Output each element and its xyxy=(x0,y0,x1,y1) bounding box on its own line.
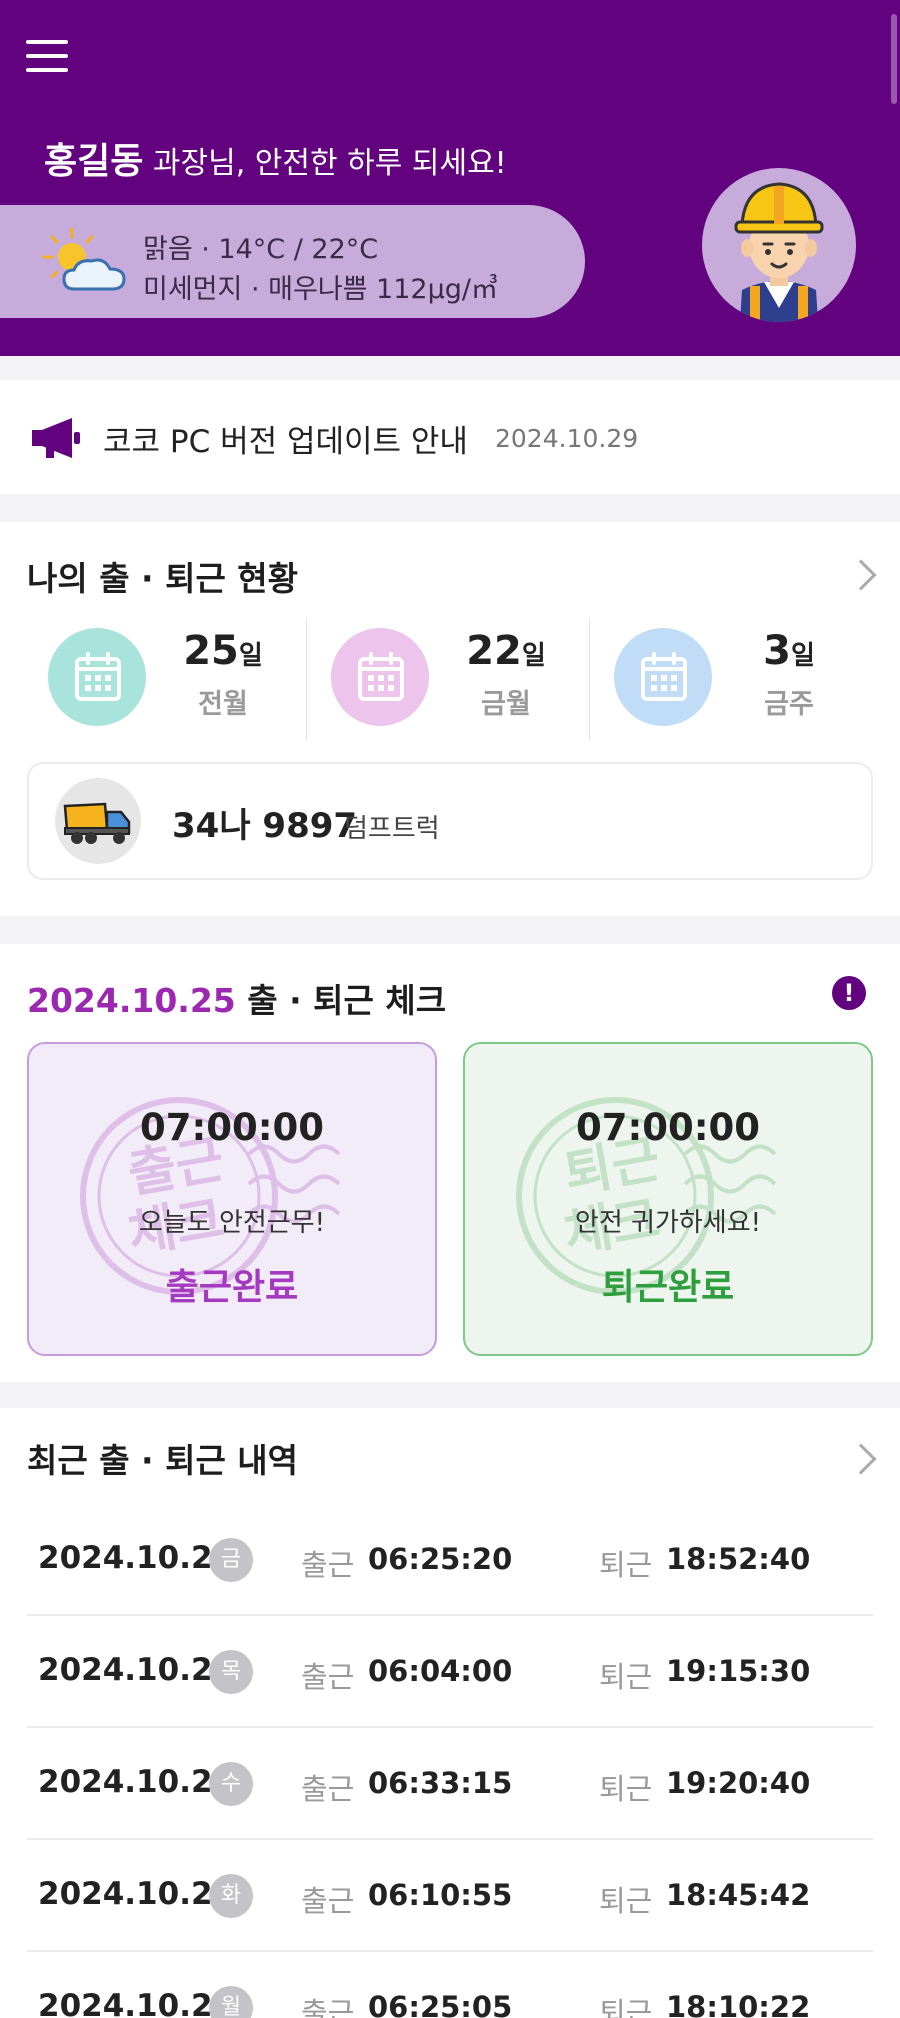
stat-circle xyxy=(48,628,146,726)
notice-banner[interactable]: 코코 PC 버전 업데이트 안내 2024.10.29 xyxy=(0,380,900,494)
divider xyxy=(306,618,307,740)
calendar-icon xyxy=(641,652,687,701)
section-title: 나의 출 · 퇴근 현황 xyxy=(27,559,299,598)
avatar[interactable] xyxy=(702,168,856,322)
fine-dust-level: 미세먼지 · 매우나쁨 112μg/㎥ xyxy=(143,274,498,305)
clock-in-time: 07:00:00 xyxy=(139,1106,325,1149)
attendance-history-section: 최근 출 · 퇴근 내역 2024.10.25 금 출근 06:25:20 퇴근… xyxy=(0,1408,900,2018)
history-row[interactable]: 2024.10.25 금 출근 06:25:20 퇴근 18:52:40 xyxy=(27,1504,873,1616)
history-date: 2024.10.23 xyxy=(38,1764,235,1800)
clock-in-time: 06:25:05 xyxy=(368,1990,513,2018)
clock-out-label: 퇴근 xyxy=(599,1548,653,1582)
weekday-badge: 월 xyxy=(209,1986,253,2018)
notice-title: 코코 PC 버전 업데이트 안내 xyxy=(103,424,468,460)
clock-in-time: 06:33:15 xyxy=(368,1766,513,1800)
clock-in-time: 06:25:20 xyxy=(368,1542,513,1576)
info-icon[interactable]: ! xyxy=(832,976,866,1010)
calendar-icon xyxy=(358,652,404,701)
clock-in-time: 06:10:55 xyxy=(368,1878,513,1912)
history-row[interactable]: 2024.10.21 월 출근 06:25:05 퇴근 18:10:22 xyxy=(27,1952,873,2018)
app-header: 홍길동 과장님, 안전한 하루 되세요! 맑음 · 14°C / 22°C 미세… xyxy=(0,0,900,356)
vehicle-card[interactable]: 34나 9897 덤프트럭 xyxy=(27,762,873,880)
history-date: 2024.10.24 xyxy=(38,1652,235,1688)
clock-out-label: 퇴근 xyxy=(599,1660,653,1694)
weather-condition: 맑음 · 14°C / 22°C xyxy=(143,234,379,265)
attendance-status-section: 나의 출 · 퇴근 현황 25일 전월 22일 금월 3일 금주 34나 989… xyxy=(0,522,900,916)
clock-out-label: 퇴근 xyxy=(599,1884,653,1918)
clock-in-label: 출근 xyxy=(301,1548,355,1582)
clock-in-time: 06:04:00 xyxy=(368,1654,513,1688)
vehicle-plate: 34나 9897 xyxy=(172,806,358,846)
clock-out-time: 18:10:22 xyxy=(666,1990,811,2018)
notice-date: 2024.10.29 xyxy=(495,424,639,453)
attendance-check-section: 2024.10.25 출 · 퇴근 체크 ! 출근 체크 07:00:00 오늘… xyxy=(0,944,900,1382)
menu-icon[interactable] xyxy=(26,38,68,74)
vehicle-type: 덤프트럭 xyxy=(344,814,440,844)
stat-label: 금월 xyxy=(481,689,531,720)
stat-value: 25일 xyxy=(183,628,263,674)
stat-previous-month: 25일 전월 xyxy=(26,618,308,738)
greeting-text: 홍길동 과장님, 안전한 하루 되세요! xyxy=(44,132,507,184)
stat-label: 금주 xyxy=(764,689,814,720)
clock-out-time: 07:00:00 xyxy=(575,1106,761,1149)
partly-sunny-icon xyxy=(42,227,126,291)
clock-in-card[interactable]: 출근 체크 07:00:00 오늘도 안전근무! 출근완료 xyxy=(27,1042,437,1356)
user-name: 홍길동 xyxy=(44,141,144,182)
weather-widget: 맑음 · 14°C / 22°C 미세먼지 · 매우나쁨 112μg/㎥ xyxy=(0,205,585,318)
scrollbar[interactable] xyxy=(891,14,897,104)
stat-value: 22일 xyxy=(466,628,546,674)
clock-in-label: 출근 xyxy=(301,1660,355,1694)
weekday-badge: 금 xyxy=(209,1538,253,1582)
clock-out-time: 18:45:42 xyxy=(666,1878,811,1912)
clock-in-label: 출근 xyxy=(301,1772,355,1806)
stat-value: 3일 xyxy=(763,628,815,674)
check-date: 2024.10.25 xyxy=(27,981,236,1020)
clock-out-card[interactable]: 퇴근 체크 07:00:00 안전 귀가하세요! 퇴근완료 xyxy=(463,1042,873,1356)
clock-in-label: 출근 xyxy=(301,1996,355,2018)
stat-label: 전월 xyxy=(198,689,248,720)
worker-avatar-icon xyxy=(734,182,824,322)
dump-truck-icon xyxy=(63,802,131,844)
divider xyxy=(589,618,590,740)
clock-in-label: 출근 xyxy=(301,1884,355,1918)
stat-this-week: 3일 금주 xyxy=(592,618,874,738)
weekday-badge: 목 xyxy=(209,1650,253,1694)
section-title: 2024.10.25 출 · 퇴근 체크 xyxy=(27,974,446,1022)
stat-circle xyxy=(614,628,712,726)
history-date: 2024.10.21 xyxy=(38,1988,235,2018)
clock-out-label: 퇴근 xyxy=(599,1772,653,1806)
clock-out-message: 안전 귀가하세요! xyxy=(574,1208,762,1238)
clock-out-time: 18:52:40 xyxy=(666,1542,811,1576)
clock-in-message: 오늘도 안전근무! xyxy=(138,1208,326,1238)
history-date: 2024.10.25 xyxy=(38,1540,235,1576)
clock-out-status: 퇴근완료 xyxy=(601,1267,735,1308)
calendar-icon xyxy=(75,652,121,701)
check-title: 출 · 퇴근 체크 xyxy=(247,981,447,1020)
stat-this-month: 22일 금월 xyxy=(309,618,591,738)
history-row[interactable]: 2024.10.24 목 출근 06:04:00 퇴근 19:15:30 xyxy=(27,1616,873,1728)
history-date: 2024.10.22 xyxy=(38,1876,235,1912)
chevron-right-icon[interactable] xyxy=(845,1443,877,1475)
truck-icon-container xyxy=(55,778,141,864)
stat-circle xyxy=(331,628,429,726)
section-title: 최근 출 · 퇴근 내역 xyxy=(27,1441,299,1480)
clock-out-label: 퇴근 xyxy=(599,1996,653,2018)
greeting-message: 과장님, 안전한 하루 되세요! xyxy=(152,146,507,181)
history-row[interactable]: 2024.10.23 수 출근 06:33:15 퇴근 19:20:40 xyxy=(27,1728,873,1840)
weekday-badge: 화 xyxy=(209,1874,253,1918)
clock-in-status: 출근완료 xyxy=(165,1267,299,1308)
weekday-badge: 수 xyxy=(209,1762,253,1806)
clock-out-time: 19:20:40 xyxy=(666,1766,811,1800)
megaphone-icon xyxy=(32,418,80,458)
clock-out-time: 19:15:30 xyxy=(666,1654,811,1688)
chevron-right-icon[interactable] xyxy=(845,559,877,591)
history-row[interactable]: 2024.10.22 화 출근 06:10:55 퇴근 18:45:42 xyxy=(27,1840,873,1952)
